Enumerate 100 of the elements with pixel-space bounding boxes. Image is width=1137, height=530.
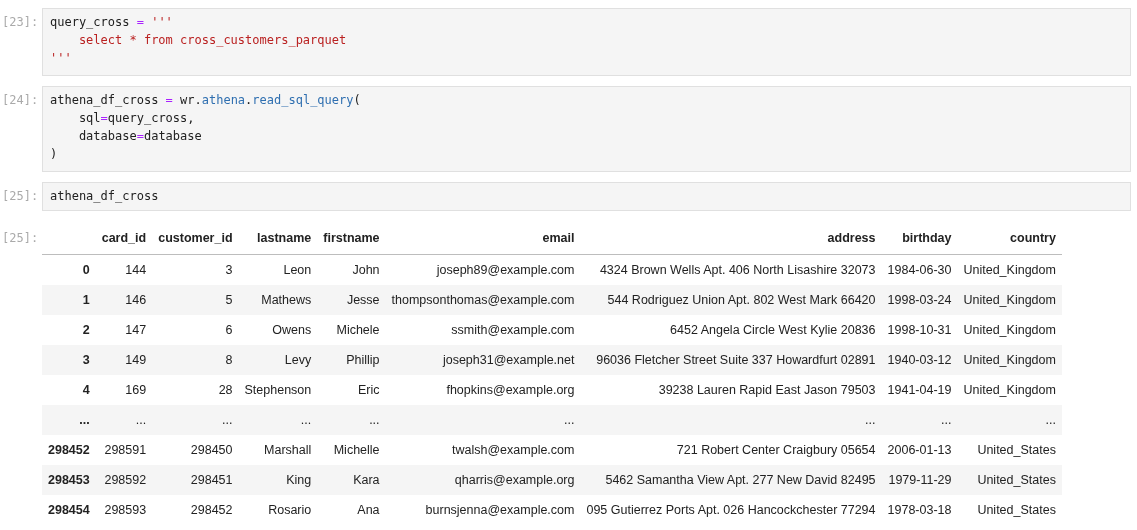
table-cell: 28 <box>152 374 239 405</box>
table-cell: Levy <box>238 344 318 375</box>
table-cell: ... <box>152 404 239 435</box>
table-cell: thompsonthomas@example.com <box>385 284 581 315</box>
table-cell: Leon <box>238 254 318 285</box>
table-cell: joseph89@example.com <box>385 254 581 285</box>
table-cell: Mathews <box>238 284 318 315</box>
column-header: address <box>580 221 882 255</box>
table-cell: 1984-06-30 <box>881 254 958 285</box>
table-cell: 5462 Samantha View Apt. 277 New David 82495 <box>580 464 882 495</box>
table-cell: 96036 Fletcher Street Suite 337 Howardfurt 02891 <box>580 344 882 375</box>
table-cell: 544 Rodriguez Union Apt. 802 West Mark 66420 <box>580 284 882 315</box>
table-cell: burnsjenna@example.com <box>385 494 581 525</box>
table-cell: United_Kingdom <box>957 254 1062 285</box>
table-cell: Ana <box>317 494 386 525</box>
column-header: customer_id <box>152 221 239 255</box>
table-cell: 298450 <box>152 434 239 465</box>
table-cell: Stephenson <box>238 374 318 405</box>
table-cell: Owens <box>238 314 318 345</box>
table-cell: 144 <box>95 254 153 285</box>
table-cell: 1998-10-31 <box>881 314 958 345</box>
table-cell: 1978-03-18 <box>881 494 958 525</box>
table-cell: fhopkins@example.org <box>385 374 581 405</box>
table-cell: 298451 <box>152 464 239 495</box>
table-cell: 39238 Lauren Rapid East Jason 79503 <box>580 374 882 405</box>
table-cell: twalsh@example.com <box>385 434 581 465</box>
table-cell: 1940-03-12 <box>881 344 958 375</box>
table-cell: 298591 <box>95 434 153 465</box>
table-cell: ... <box>238 404 318 435</box>
cell-prompt: [25]: <box>1 188 40 203</box>
table-cell: 5 <box>152 284 239 315</box>
table-cell: United_Kingdom <box>957 344 1062 375</box>
table-cell: ... <box>957 404 1062 435</box>
code-line: select * from cross_customers_parquet <box>77 32 347 49</box>
column-header: country <box>957 221 1062 255</box>
table-cell: 298452 <box>152 494 239 525</box>
table-cell: Kara <box>317 464 386 495</box>
table-cell: ... <box>580 404 882 435</box>
row-index: 298452 <box>42 434 96 465</box>
table-cell: Rosario <box>238 494 318 525</box>
table-cell: United_Kingdom <box>957 374 1062 405</box>
table-cell: 3 <box>152 254 239 285</box>
table-cell: Phillip <box>317 344 386 375</box>
table-cell: Marshall <box>238 434 318 465</box>
column-header: email <box>385 221 581 255</box>
table-cell: United_States <box>957 464 1062 495</box>
table-cell: 721 Robert Center Craigbury 05654 <box>580 434 882 465</box>
table-cell: 6 <box>152 314 239 345</box>
table-cell: 4324 Brown Wells Apt. 406 North Lisashire 32073 <box>580 254 882 285</box>
table-cell: ... <box>385 404 581 435</box>
table-cell: qharris@example.org <box>385 464 581 495</box>
table-cell: United_Kingdom <box>957 284 1062 315</box>
column-header: birthday <box>881 221 958 255</box>
column-header: firstname <box>317 221 386 255</box>
table-cell: ... <box>881 404 958 435</box>
table-cell: 1979-11-29 <box>881 464 958 495</box>
table-cell: Eric <box>317 374 386 405</box>
code-line: ) <box>50 146 58 163</box>
row-index: ... <box>42 404 96 435</box>
row-index: 4 <box>42 374 96 405</box>
code-line: query_cross = ''' <box>50 14 173 31</box>
table-cell: King <box>238 464 318 495</box>
table-cell: ... <box>95 404 153 435</box>
table-cell: Michele <box>317 314 386 345</box>
table-cell: United_States <box>957 434 1062 465</box>
row-index: 1 <box>42 284 96 315</box>
code-line: database=database <box>77 128 202 145</box>
table-cell: 169 <box>95 374 153 405</box>
table-cell: Michelle <box>317 434 386 465</box>
code-line: sql=query_cross, <box>77 110 195 127</box>
table-cell: 2006-01-13 <box>881 434 958 465</box>
table-cell: United_States <box>957 494 1062 525</box>
column-header: card_id <box>95 221 153 255</box>
table-cell: Jesse <box>317 284 386 315</box>
table-cell: ssmith@example.com <box>385 314 581 345</box>
code-line: athena_df_cross <box>50 188 159 205</box>
row-index: 2 <box>42 314 96 345</box>
table-cell: United_Kingdom <box>957 314 1062 345</box>
table-cell: ... <box>317 404 386 435</box>
table-cell: 6452 Angela Circle West Kylie 20836 <box>580 314 882 345</box>
output-prompt: [25]: <box>1 230 40 245</box>
table-cell: 147 <box>95 314 153 345</box>
column-header: lastname <box>238 221 318 255</box>
table-cell: 149 <box>95 344 153 375</box>
table-cell: 095 Gutierrez Ports Apt. 026 Hancockchester 77294 <box>580 494 882 525</box>
table-cell: 8 <box>152 344 239 375</box>
cell-prompt: [23]: <box>1 14 40 29</box>
code-cell[interactable]: query_cross = ''' select * from cross_customers_parquet ''' <box>42 8 1131 76</box>
code-line: ''' <box>50 50 72 67</box>
table-cell: 1998-03-24 <box>881 284 958 315</box>
table-cell: 1941-04-19 <box>881 374 958 405</box>
row-index: 298454 <box>42 494 96 525</box>
cell-prompt: [24]: <box>1 92 40 107</box>
row-index: 3 <box>42 344 96 375</box>
table-cell: joseph31@example.net <box>385 344 581 375</box>
table-cell: 298592 <box>95 464 153 495</box>
code-cell[interactable]: athena_df_cross = wr.athena.read_sql_query( sql=query_cross, database=database ) <box>42 86 1131 172</box>
table-cell: 146 <box>95 284 153 315</box>
code-cell[interactable]: athena_df_cross <box>42 182 1131 211</box>
table-cell: 298593 <box>95 494 153 525</box>
